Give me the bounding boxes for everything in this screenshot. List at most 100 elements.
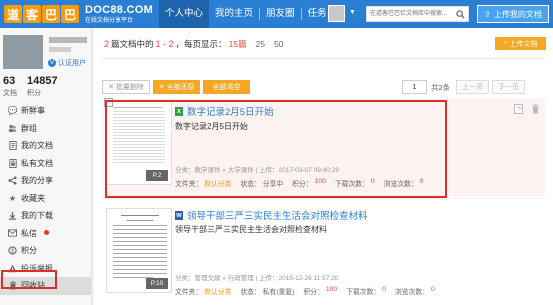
group-icon bbox=[8, 124, 17, 133]
sidebar-item-label: 私信 bbox=[21, 228, 37, 238]
main-nav: 个人中心 我的主页 朋友圈 任务 bbox=[159, 0, 333, 28]
nav-friends[interactable]: 朋友圈 bbox=[260, 0, 301, 28]
thumbnail-line bbox=[113, 253, 167, 254]
upload-doc-button[interactable]: ⇪ 上传我的文档 bbox=[477, 5, 549, 23]
share-icon bbox=[8, 176, 17, 185]
sidebar-item-messages[interactable]: 私信 bbox=[0, 225, 91, 243]
document-actions bbox=[507, 103, 541, 115]
sidebar-item-my-downloads[interactable]: 我的下载 bbox=[0, 207, 91, 225]
stat-points-count: 14857 bbox=[27, 75, 58, 87]
logo-name: DOC88.COM bbox=[85, 3, 154, 16]
thumbnail-line bbox=[113, 273, 167, 274]
upload-document-label: 上传文档 bbox=[509, 40, 538, 48]
document-thumbnail[interactable]: P.10 bbox=[106, 208, 172, 293]
logo-char: 巴 bbox=[42, 5, 60, 23]
document-description: 领导干部三严三实民主生活会对照检查材料 bbox=[175, 225, 327, 234]
chevron-down-icon[interactable]: ▼ bbox=[349, 9, 356, 16]
stat-documents-count: 63 bbox=[3, 75, 16, 87]
document-title: 领导干部三严三实民主生活会对照检查材料 bbox=[187, 211, 368, 222]
logo[interactable]: 道 客 巴 巴 DOC88.COM 在线文档分享平台 bbox=[4, 3, 153, 25]
logo-char: 客 bbox=[23, 5, 41, 23]
results-summary: 2 篇文档中的 1 - 2 ，每页显示： 15篇 25 50 bbox=[102, 38, 283, 50]
restore-all-button[interactable]: ✕ 全部还原 bbox=[153, 80, 200, 94]
stat-points[interactable]: 14857 积分 bbox=[27, 75, 58, 98]
pagination: 1 共2条 上一页 下一页 bbox=[402, 80, 526, 94]
upload-document-button[interactable]: + 上传文档 bbox=[495, 37, 546, 50]
batch-delete-button[interactable]: ✕ 批量删除 bbox=[102, 80, 150, 94]
stat-key: 状态： bbox=[240, 289, 261, 296]
svg-text:$: $ bbox=[11, 249, 14, 255]
coin-icon: $ bbox=[8, 246, 17, 255]
row-divider bbox=[102, 198, 545, 199]
thumbnail-line bbox=[113, 233, 167, 234]
document-row: P.10 w 领导干部三严三实民主生活会对照检查材料 领导干部三严三实民主生活会… bbox=[102, 200, 545, 305]
stat-documents[interactable]: 63 文档 bbox=[3, 75, 17, 98]
profile-avatar[interactable] bbox=[3, 35, 43, 69]
thumbnail-line bbox=[113, 261, 167, 262]
sidebar-item-groups[interactable]: 群组 bbox=[0, 120, 91, 138]
stat-key: 下载次数： bbox=[346, 289, 381, 296]
thumbnail-line bbox=[113, 269, 167, 270]
page-number-input[interactable]: 1 bbox=[402, 80, 427, 94]
thumbnail-line bbox=[113, 265, 167, 266]
thumbnail-line bbox=[113, 237, 167, 238]
search-input[interactable] bbox=[367, 7, 453, 21]
prev-page-button[interactable]: 上一页 bbox=[456, 80, 490, 94]
delete-icon[interactable] bbox=[529, 103, 541, 115]
stat-key: 积分： bbox=[303, 289, 324, 296]
thumbnail-line bbox=[113, 225, 167, 226]
download-icon bbox=[8, 211, 17, 220]
clear-all-label: 全部清空 bbox=[212, 84, 241, 91]
close-icon: ✕ bbox=[108, 84, 114, 91]
sidebar-item-label: 私有文档 bbox=[21, 158, 53, 168]
page-count-badge: P.10 bbox=[146, 278, 168, 289]
per-page-option-25[interactable]: 25 bbox=[256, 39, 265, 49]
mail-icon bbox=[8, 229, 17, 238]
restore-icon[interactable] bbox=[512, 103, 524, 115]
summary-text: 篇文档中的 bbox=[111, 39, 154, 49]
top-navbar: 道 客 巴 巴 DOC88.COM 在线文档分享平台 个人中心 我的主页 朋友圈… bbox=[0, 0, 553, 28]
document-meta: 分类：管理文献 » 行政管理 | 上传：2015-12-26 11:57:20 bbox=[175, 275, 339, 282]
document-icon bbox=[8, 141, 17, 151]
search-icon[interactable] bbox=[453, 7, 468, 21]
profile-name-redacted bbox=[49, 37, 87, 43]
sidebar-item-my-documents[interactable]: 我的文档 bbox=[0, 137, 91, 155]
thumbnail-line bbox=[113, 257, 167, 258]
batch-delete-label: 批量删除 bbox=[115, 84, 144, 91]
thumbnail-line bbox=[127, 220, 153, 221]
sidebar-item-private-documents[interactable]: 私有文档 bbox=[0, 155, 91, 173]
thumbnail-line bbox=[113, 249, 167, 250]
sidebar-item-my-shares[interactable]: 我的分享 bbox=[0, 172, 91, 190]
header-divider bbox=[102, 58, 545, 59]
thumbnail-line bbox=[113, 229, 167, 230]
clear-all-button[interactable]: 全部清空 bbox=[203, 80, 250, 94]
nav-my-homepage[interactable]: 我的主页 bbox=[209, 0, 259, 28]
per-page-option-15[interactable]: 15篇 bbox=[229, 38, 247, 50]
user-avatar[interactable] bbox=[328, 5, 345, 22]
folder-link[interactable]: 默认分类 bbox=[204, 286, 231, 296]
per-page-option-50[interactable]: 50 bbox=[274, 39, 283, 49]
stat-documents-label: 文档 bbox=[3, 90, 17, 97]
sidebar-item-news[interactable]: 💬 新鲜事 bbox=[0, 102, 91, 120]
document-title-link[interactable]: w 领导干部三严三实民主生活会对照检查材料 bbox=[175, 208, 368, 222]
search-box bbox=[366, 6, 469, 22]
restore-all-label: 全部还原 bbox=[166, 84, 195, 91]
sidebar-item-points[interactable]: $ 积分 bbox=[0, 242, 91, 260]
verified-badge[interactable]: V 认证用户 bbox=[48, 58, 86, 68]
recycle-bin-highlight bbox=[1, 270, 57, 289]
star-icon: ★ bbox=[8, 193, 17, 203]
stat-key: 浏览次数： bbox=[394, 289, 429, 296]
document-highlight bbox=[105, 100, 447, 198]
logo-char: 巴 bbox=[61, 5, 79, 23]
sidebar-item-favorites[interactable]: ★ 收藏夹 bbox=[0, 190, 91, 208]
sidebar-item-label: 新鲜事 bbox=[21, 106, 45, 116]
profile-stats: 63 文档 14857 积分 bbox=[3, 75, 68, 98]
prev-page-label: 上一页 bbox=[462, 84, 484, 91]
recycle-toolbar: ✕ 批量删除 ✕ 全部还原 全部清空 bbox=[102, 80, 253, 94]
stat-points-label: 积分 bbox=[27, 90, 41, 97]
points-value: 100 bbox=[325, 286, 338, 293]
sidebar-item-label: 我的下载 bbox=[21, 211, 53, 221]
next-page-button[interactable]: 下一页 bbox=[492, 80, 526, 94]
nav-personal-center[interactable]: 个人中心 bbox=[159, 0, 210, 28]
next-page-label: 下一页 bbox=[498, 84, 520, 91]
